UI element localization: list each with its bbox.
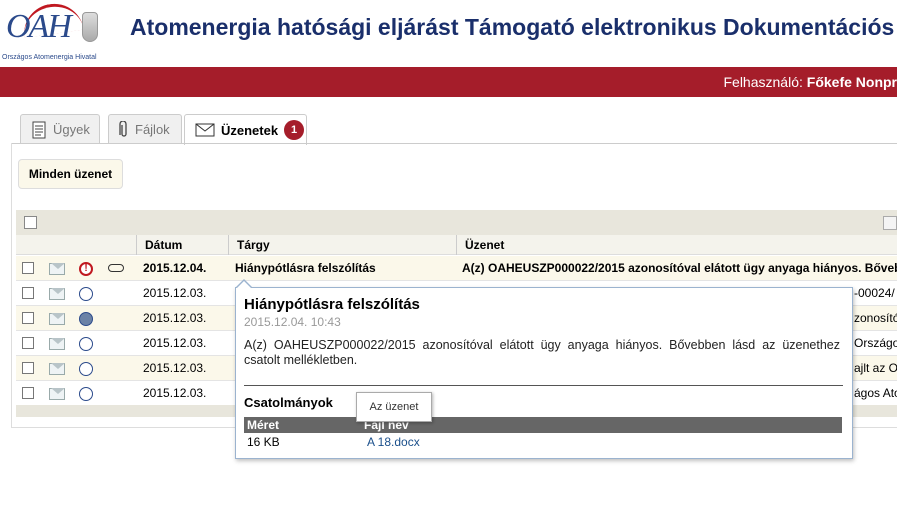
row-checkbox[interactable] bbox=[22, 312, 34, 324]
popup-arrow-inner bbox=[236, 281, 252, 289]
table-row[interactable]: ! 2015.12.04. Hiánypótlásra felszólítás … bbox=[16, 256, 897, 281]
row-message: -00024/ bbox=[854, 286, 895, 300]
popup-date: 2015.12.04. 10:43 bbox=[244, 315, 341, 329]
column-header-message[interactable]: Üzenet bbox=[456, 235, 897, 255]
tab-divider bbox=[12, 143, 897, 144]
column-header-subject[interactable]: Tárgy bbox=[228, 235, 456, 255]
table-options-icon[interactable] bbox=[883, 216, 897, 230]
row-date: 2015.12.03. bbox=[143, 336, 207, 350]
unread-count-badge: 1 bbox=[284, 120, 305, 140]
row-date: 2015.12.03. bbox=[143, 311, 207, 325]
coat-of-arms-icon bbox=[82, 12, 98, 42]
envelope-icon bbox=[49, 288, 65, 300]
logo-subtitle: Országos Atomenergia Hivatal bbox=[2, 54, 97, 61]
row-checkbox[interactable] bbox=[22, 262, 34, 274]
row-checkbox[interactable] bbox=[22, 287, 34, 299]
tab-files[interactable]: Fájlok bbox=[108, 114, 182, 144]
tab-messages-label: Üzenetek bbox=[221, 122, 279, 138]
user-name[interactable]: Főkefe Nonpr bbox=[807, 74, 897, 90]
priority-normal-icon bbox=[79, 337, 93, 351]
row-checkbox[interactable] bbox=[22, 387, 34, 399]
tooltip: Az üzenet bbox=[356, 392, 432, 422]
popup-title: Hiánypótlásra felszólítás bbox=[244, 296, 420, 313]
tab-cases-label: Ügyek bbox=[53, 122, 90, 137]
row-subject: Hiánypótlásra felszólítás bbox=[235, 261, 376, 275]
page-header: OAH Országos Atomenergia Hivatal Atomene… bbox=[0, 0, 897, 67]
tab-files-label: Fájlok bbox=[135, 122, 170, 137]
popup-divider bbox=[244, 385, 843, 386]
row-date: 2015.12.03. bbox=[143, 286, 207, 300]
user-label: Felhasználó: bbox=[723, 74, 803, 90]
logo-text: OAH bbox=[6, 8, 72, 45]
row-message: ágos Ato bbox=[854, 386, 897, 400]
popup-body: A(z) OAHEUSZP000022/2015 azonosítóval el… bbox=[244, 338, 840, 367]
document-icon bbox=[31, 121, 47, 139]
paperclip-icon bbox=[119, 120, 129, 139]
column-header-date[interactable]: Dátum bbox=[136, 235, 228, 255]
message-preview-popup: Hiánypótlásra felszólítás 2015.12.04. 10… bbox=[235, 279, 853, 459]
table-header: Dátum Tárgy Üzenet bbox=[16, 235, 897, 255]
user-info: Felhasználó: Főkefe Nonpr bbox=[723, 74, 897, 90]
row-date: 2015.12.03. bbox=[143, 386, 207, 400]
content-left-border bbox=[11, 143, 12, 428]
row-checkbox[interactable] bbox=[22, 362, 34, 374]
tab-cases[interactable]: Ügyek bbox=[20, 114, 100, 144]
row-date: 2015.12.04. bbox=[143, 261, 207, 275]
tab-messages[interactable]: Üzenetek 1 bbox=[184, 114, 307, 145]
row-message: A(z) OAHEUSZP000022/2015 azonosítóval el… bbox=[462, 261, 897, 275]
user-bar: Felhasználó: Főkefe Nonpr bbox=[0, 67, 897, 97]
priority-normal-icon bbox=[79, 362, 93, 376]
row-date: 2015.12.03. bbox=[143, 361, 207, 375]
envelope-icon bbox=[195, 123, 215, 137]
attachment-icon bbox=[108, 264, 124, 272]
row-message: Országo bbox=[854, 336, 897, 350]
priority-filled-icon bbox=[79, 312, 93, 326]
row-message: zonosítósz bbox=[854, 311, 897, 325]
priority-normal-icon bbox=[79, 387, 93, 401]
envelope-icon bbox=[49, 313, 65, 325]
row-checkbox[interactable] bbox=[22, 337, 34, 349]
attachment-row: 16 KB A 18.docx bbox=[244, 434, 842, 450]
envelope-icon bbox=[49, 263, 65, 275]
table-toolbar bbox=[16, 210, 897, 235]
attachments-title: Csatolmányok bbox=[244, 395, 333, 410]
priority-normal-icon bbox=[79, 287, 93, 301]
app-title: Atomenergia hatósági eljárást Támogató e… bbox=[130, 14, 897, 40]
attachments-col-size: Méret bbox=[247, 418, 280, 432]
oah-logo[interactable]: OAH Országos Atomenergia Hivatal bbox=[2, 0, 102, 64]
envelope-icon bbox=[49, 363, 65, 375]
envelope-icon bbox=[49, 388, 65, 400]
attachment-link[interactable]: A 18.docx bbox=[367, 435, 420, 449]
envelope-icon bbox=[49, 338, 65, 350]
all-messages-button[interactable]: Minden üzenet bbox=[18, 159, 123, 189]
urgent-icon: ! bbox=[79, 262, 93, 276]
row-message: ajlt az Ors bbox=[854, 361, 897, 375]
select-all-checkbox[interactable] bbox=[24, 216, 37, 229]
attachment-size: 16 KB bbox=[247, 435, 280, 449]
attachments-header: Méret Fájl név bbox=[244, 417, 842, 433]
